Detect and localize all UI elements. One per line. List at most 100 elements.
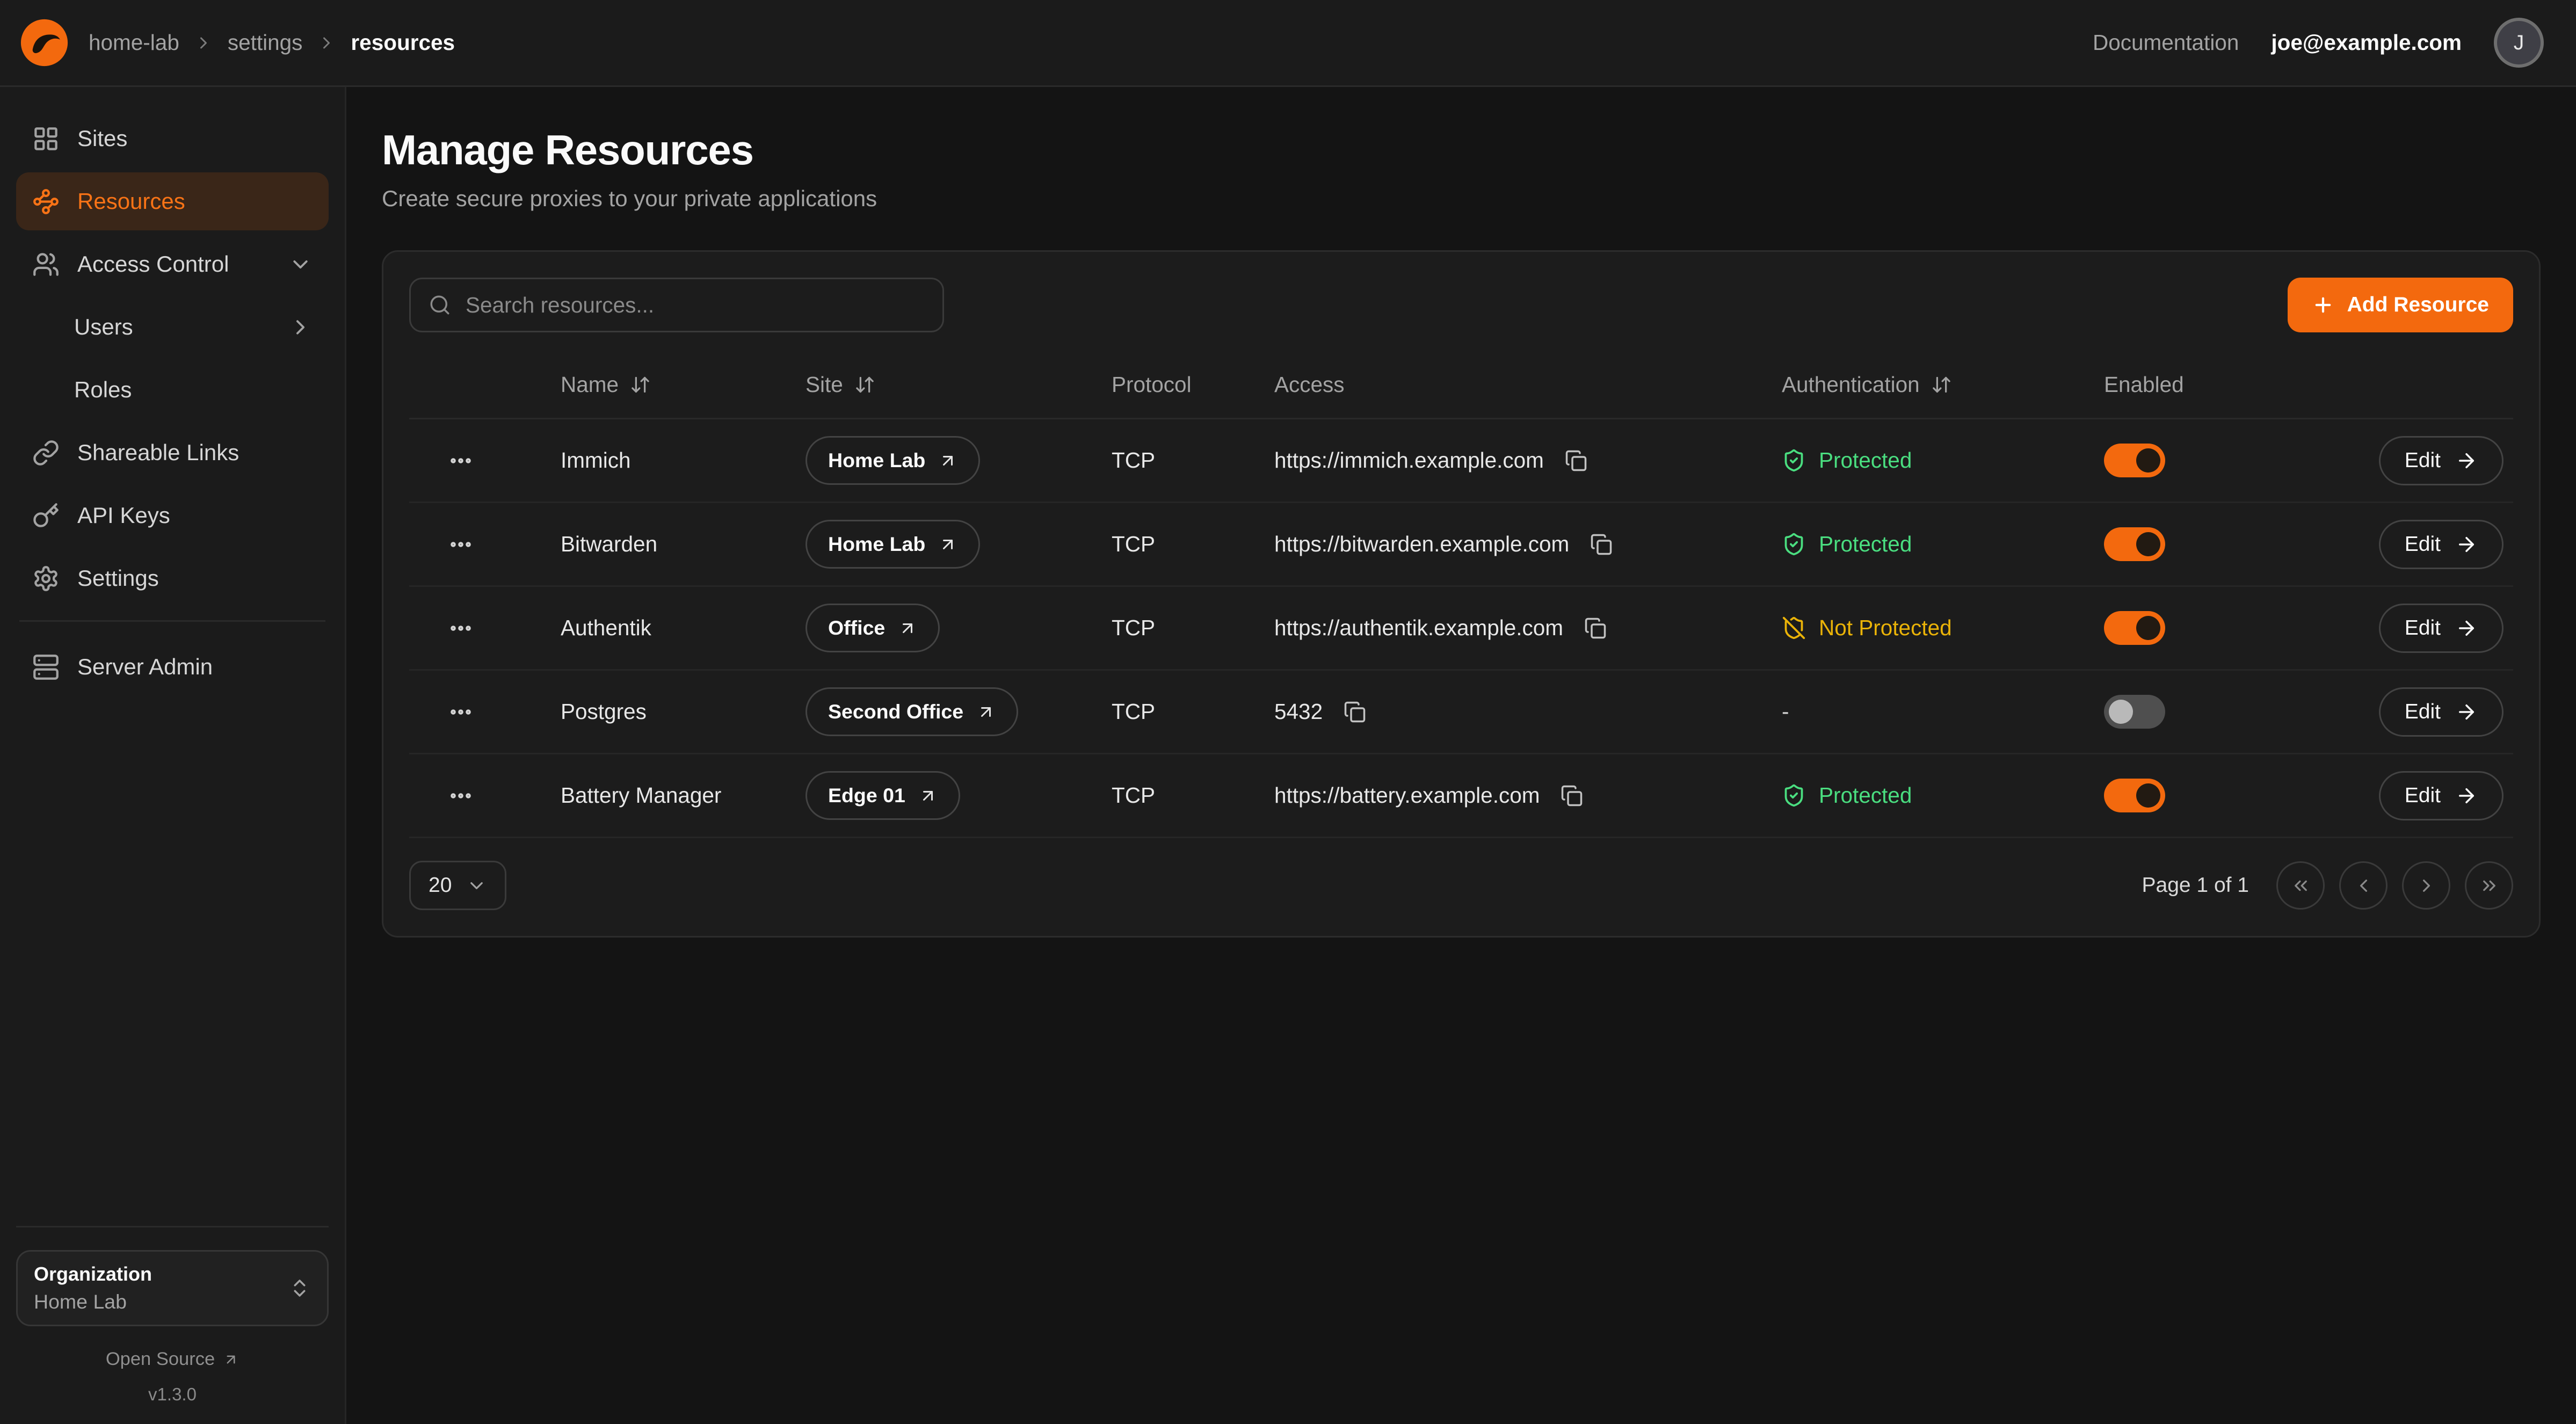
auth-status-label: Protected: [1819, 448, 1912, 473]
shield-check-icon: [1782, 448, 1806, 473]
site-name: Home Lab: [828, 449, 925, 472]
sidebar-item-roles[interactable]: Roles: [16, 361, 329, 419]
sidebar-item-shareable-links[interactable]: Shareable Links: [16, 424, 329, 482]
page-size-select[interactable]: 20: [409, 861, 506, 910]
header-name[interactable]: Name: [561, 372, 806, 397]
arrow-right-icon: [2455, 533, 2478, 556]
sidebar-item-label: API Keys: [77, 503, 170, 528]
resource-name: Authentik: [561, 615, 806, 641]
copy-button[interactable]: [1581, 614, 1610, 643]
waypoints-icon: [32, 188, 60, 215]
copy-button[interactable]: [1587, 530, 1616, 559]
resource-access-url: https://authentik.example.com: [1274, 615, 1563, 641]
sidebar-item-settings[interactable]: Settings: [16, 549, 329, 607]
app-logo[interactable]: [19, 18, 69, 68]
site-name: Edge 01: [828, 784, 905, 807]
enabled-toggle[interactable]: [2104, 527, 2165, 561]
site-link[interactable]: Second Office: [806, 687, 1018, 736]
chevrons-left-icon: [2290, 875, 2311, 896]
breadcrumb-org[interactable]: home-lab: [89, 30, 179, 55]
open-source-label: Open Source: [106, 1349, 215, 1370]
site-link[interactable]: Office: [806, 604, 940, 652]
copy-button[interactable]: [1340, 698, 1369, 726]
users-icon: [32, 251, 60, 278]
chevron-down-icon: [288, 252, 313, 277]
row-menu-button[interactable]: [441, 693, 480, 731]
external-link-icon: [938, 535, 957, 554]
external-link-icon: [976, 702, 996, 722]
sidebar-item-label: Settings: [77, 565, 159, 591]
site-link[interactable]: Home Lab: [806, 520, 980, 569]
breadcrumb-settings[interactable]: settings: [228, 30, 303, 55]
sidebar-item-access-control[interactable]: Access Control: [16, 235, 329, 293]
enabled-toggle[interactable]: [2104, 779, 2165, 812]
next-page-button[interactable]: [2402, 861, 2450, 910]
last-page-button[interactable]: [2465, 861, 2513, 910]
sidebar-item-server-admin[interactable]: Server Admin: [16, 638, 329, 696]
sidebar: Sites Resources Access Control Users Rol…: [0, 87, 346, 1424]
edit-button[interactable]: Edit: [2379, 771, 2504, 820]
site-name: Home Lab: [828, 533, 925, 556]
search-input[interactable]: [466, 293, 925, 318]
sidebar-item-sites[interactable]: Sites: [16, 110, 329, 168]
edit-button[interactable]: Edit: [2379, 687, 2504, 737]
resources-table: Name Site Protocol Access: [409, 352, 2513, 838]
topbar-right: Documentation joe@example.com J: [2093, 18, 2544, 68]
auth-status-badge: -: [1782, 699, 2104, 724]
open-source-link[interactable]: Open Source: [16, 1349, 329, 1370]
organization-selector[interactable]: Organization Home Lab: [16, 1250, 329, 1326]
header-site-label: Site: [806, 372, 843, 397]
documentation-link[interactable]: Documentation: [2093, 30, 2239, 55]
sidebar-item-label: Server Admin: [77, 654, 213, 680]
avatar-initial: J: [2514, 31, 2524, 55]
header-access: Access: [1274, 372, 1782, 397]
shell: Sites Resources Access Control Users Rol…: [0, 87, 2576, 1424]
external-link-icon: [938, 451, 957, 470]
row-menu-button[interactable]: [441, 776, 480, 815]
breadcrumb-resources[interactable]: resources: [351, 30, 455, 55]
enabled-toggle[interactable]: [2104, 695, 2165, 729]
auth-status-label: -: [1782, 699, 1789, 724]
organization-text: Organization Home Lab: [34, 1263, 152, 1313]
sidebar-item-api-keys[interactable]: API Keys: [16, 486, 329, 544]
page-title: Manage Resources: [382, 126, 2541, 175]
resource-name: Immich: [561, 448, 806, 473]
header-site[interactable]: Site: [806, 372, 1112, 397]
previous-page-button[interactable]: [2339, 861, 2388, 910]
first-page-button[interactable]: [2276, 861, 2325, 910]
row-menu-button[interactable]: [441, 441, 480, 480]
resource-protocol: TCP: [1112, 783, 1274, 808]
sidebar-item-users[interactable]: Users: [16, 298, 329, 356]
row-menu-button[interactable]: [441, 525, 480, 564]
row-menu-button[interactable]: [441, 609, 480, 648]
plus-icon: [2312, 294, 2334, 316]
edit-button[interactable]: Edit: [2379, 436, 2504, 485]
sidebar-item-resources[interactable]: Resources: [16, 172, 329, 230]
add-resource-button[interactable]: Add Resource: [2288, 278, 2513, 332]
resources-card: Add Resource Name Site: [382, 250, 2541, 938]
enabled-toggle[interactable]: [2104, 611, 2165, 645]
edit-button[interactable]: Edit: [2379, 604, 2504, 653]
enabled-toggle[interactable]: [2104, 444, 2165, 477]
arrow-right-icon: [2455, 617, 2478, 640]
chevron-right-icon: [194, 33, 213, 53]
resource-access-port: 5432: [1274, 699, 1323, 724]
table-row: Postgres Second Office TCP 5432 - Edit: [409, 671, 2513, 754]
edit-label: Edit: [2405, 784, 2441, 808]
auth-status-label: Protected: [1819, 783, 1912, 808]
site-link[interactable]: Edge 01: [806, 771, 960, 820]
site-link[interactable]: Home Lab: [806, 436, 980, 485]
auth-status-badge: Not Protected: [1782, 615, 2104, 641]
auth-status-label: Protected: [1819, 532, 1912, 557]
chevron-right-icon: [288, 315, 313, 339]
gear-icon: [32, 565, 60, 592]
arrow-right-icon: [2455, 784, 2478, 807]
avatar[interactable]: J: [2494, 18, 2544, 68]
sort-icon: [630, 374, 651, 395]
edit-button[interactable]: Edit: [2379, 520, 2504, 569]
ellipsis-icon: [448, 448, 474, 474]
copy-button[interactable]: [1557, 781, 1586, 810]
auth-status-badge: Protected: [1782, 448, 2104, 473]
copy-button[interactable]: [1562, 446, 1591, 475]
header-authentication[interactable]: Authentication: [1782, 372, 2104, 397]
